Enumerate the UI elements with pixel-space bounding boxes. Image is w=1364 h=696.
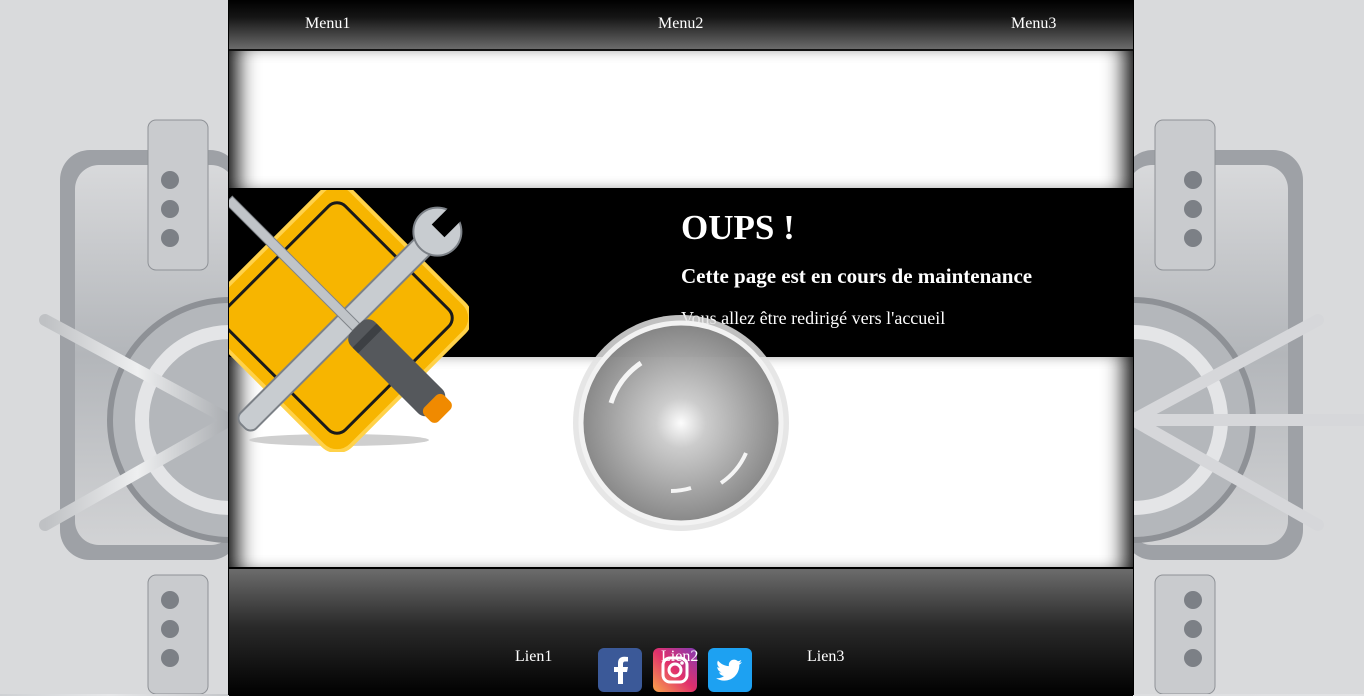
nav-menu3-link[interactable]: Menu3 (1011, 15, 1056, 33)
facebook-icon[interactable] (598, 648, 642, 692)
nav-menu2-link[interactable]: Menu2 (658, 15, 703, 33)
maintenance-subtitle: Cette page est en cours de maintenance (681, 264, 1033, 288)
vault-background-right (1133, 0, 1364, 694)
top-navigation: Menu1 Menu2 Menu3 (229, 0, 1133, 51)
maintenance-message: OUPS ! Cette page est en cours de mainte… (681, 204, 1121, 330)
footer: Lien1 Lien2 Lien3 (229, 567, 1133, 696)
twitter-icon[interactable] (708, 648, 752, 692)
page-container: Menu1 Menu2 Menu3 OUPS ! Cette page est … (201, 0, 1133, 696)
maintenance-tools-illustration (201, 182, 473, 454)
page-title: OUPS ! (681, 208, 795, 247)
top-white-panel (229, 51, 1133, 188)
vault-background-left (0, 0, 230, 694)
footer-lien2-link[interactable]: Lien2 (661, 648, 698, 666)
nav-menu1-link[interactable]: Menu1 (305, 15, 350, 33)
footer-lien1-link[interactable]: Lien1 (515, 648, 552, 666)
footer-lien3-link[interactable]: Lien3 (807, 648, 844, 666)
loading-spinner-icon (571, 313, 791, 533)
